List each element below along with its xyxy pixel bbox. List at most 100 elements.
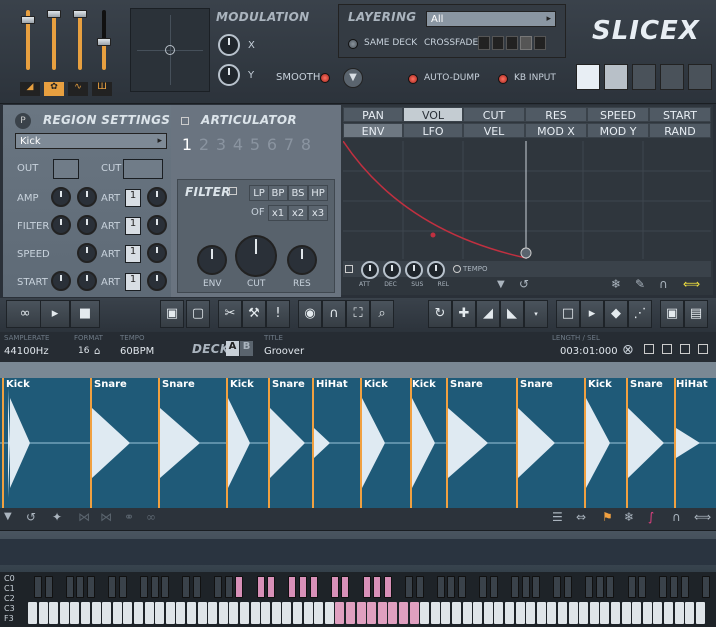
smooth-led[interactable] — [320, 73, 330, 83]
stretch-icon[interactable]: ⟺ — [683, 277, 700, 291]
wave-icon[interactable]: ∿ — [68, 82, 88, 96]
slice-marker[interactable] — [674, 378, 676, 508]
black-key[interactable] — [479, 576, 488, 598]
white-key[interactable] — [240, 602, 250, 624]
white-key[interactable] — [483, 602, 493, 624]
white-key[interactable] — [250, 602, 260, 624]
reel-icon[interactable]: ⊗ — [622, 342, 634, 358]
fader-3[interactable] — [73, 10, 87, 70]
black-key[interactable] — [447, 576, 456, 598]
opt-checkbox-1[interactable] — [644, 344, 654, 354]
run-icon[interactable]: ▾ — [524, 300, 548, 328]
white-key[interactable] — [452, 602, 462, 624]
loop-icon[interactable]: ∞ — [6, 300, 44, 328]
filter-x1[interactable]: x1 — [268, 205, 288, 221]
black-key[interactable] — [299, 576, 307, 598]
filter-knob-2[interactable] — [77, 215, 97, 235]
white-key[interactable] — [558, 602, 568, 624]
black-key[interactable] — [87, 576, 95, 598]
slice-marker[interactable] — [90, 378, 92, 508]
filter-bs[interactable]: BS — [288, 185, 308, 201]
black-key[interactable] — [362, 576, 371, 598]
view-1-icon[interactable] — [604, 64, 628, 90]
black-key[interactable] — [670, 576, 678, 598]
opt-checkbox-3[interactable] — [680, 344, 690, 354]
black-key[interactable] — [44, 576, 53, 598]
timeline-ruler[interactable] — [0, 362, 716, 378]
split-icon[interactable]: ⋈ — [78, 510, 90, 524]
mod-y-knob[interactable] — [218, 64, 240, 86]
fader-4[interactable] — [97, 10, 111, 70]
play-icon[interactable]: ▸ — [40, 300, 70, 328]
filter-bp[interactable]: BP — [268, 185, 288, 201]
keys-container[interactable] — [28, 576, 714, 626]
slice-icon[interactable]: ◆ — [604, 300, 628, 328]
flag-icon[interactable]: ⚑ — [602, 510, 613, 524]
save-icon[interactable]: ▣ — [160, 300, 184, 328]
white-key[interactable] — [515, 602, 525, 624]
auto-dump-led[interactable] — [408, 74, 418, 84]
tab-lfo[interactable]: LFO — [403, 123, 463, 138]
start-knob-2[interactable] — [77, 271, 97, 291]
white-key[interactable] — [81, 602, 91, 624]
white-key[interactable] — [642, 602, 652, 624]
slice-marker[interactable] — [268, 378, 270, 508]
black-key[interactable] — [595, 576, 604, 598]
white-key[interactable] — [685, 602, 695, 624]
black-key[interactable] — [341, 576, 350, 598]
white-key[interactable] — [420, 602, 430, 624]
articulator-8[interactable]: 8 — [298, 135, 314, 155]
export-icon[interactable]: ▣ — [660, 300, 684, 328]
white-key[interactable] — [473, 602, 483, 624]
magnet-icon[interactable]: ∩ — [659, 277, 668, 291]
amp-art-value[interactable]: 1 — [125, 189, 141, 207]
white-key[interactable] — [346, 602, 356, 624]
snowflake-icon[interactable]: ❄ — [611, 277, 621, 291]
cut-tool-icon[interactable]: ✂ — [218, 300, 242, 328]
articulator-7[interactable]: 7 — [281, 135, 297, 155]
cut-box[interactable] — [123, 159, 163, 179]
align-icon[interactable]: ☰ — [552, 510, 563, 524]
white-key[interactable] — [112, 602, 122, 624]
white-key[interactable] — [187, 602, 197, 624]
black-key[interactable] — [214, 576, 223, 598]
eye-icon[interactable]: ◉ — [298, 300, 322, 328]
white-key[interactable] — [399, 602, 409, 624]
reset-icon[interactable]: ↺ — [26, 510, 36, 524]
filter-lp[interactable]: LP — [249, 185, 269, 201]
stretch-icon[interactable]: ⟺ — [694, 510, 711, 524]
filter-art-knob[interactable] — [147, 215, 167, 235]
black-key[interactable] — [532, 576, 541, 598]
marker-icon[interactable]: ! — [266, 300, 290, 328]
snap-icon[interactable]: ∩ — [322, 300, 346, 328]
white-key[interactable] — [303, 602, 313, 624]
tab-start[interactable]: START — [649, 107, 711, 122]
black-key[interactable] — [436, 576, 445, 598]
black-key[interactable] — [511, 576, 519, 598]
att-knob[interactable] — [361, 261, 379, 279]
articulator-5[interactable]: 5 — [247, 135, 263, 155]
black-key[interactable] — [553, 576, 562, 598]
black-key[interactable] — [415, 576, 424, 598]
waveform-area[interactable]: Kick Snare Snare Kick Snare HiHat Kick K… — [0, 362, 716, 508]
slice-marker[interactable] — [158, 378, 160, 508]
crossfade-btn-4[interactable] — [520, 36, 532, 50]
white-key[interactable] — [102, 602, 112, 624]
add-marker-icon[interactable]: ▸ — [580, 300, 604, 328]
white-key[interactable] — [441, 602, 451, 624]
white-key[interactable] — [674, 602, 684, 624]
filter-env-knob[interactable] — [197, 245, 227, 275]
tab-res[interactable]: RES — [525, 107, 587, 122]
white-key[interactable] — [505, 602, 515, 624]
piano-keyboard[interactable]: C0 C1 C2 C3 F3 — [0, 572, 716, 627]
filter-x3[interactable]: x3 — [308, 205, 328, 221]
chain-icon[interactable]: ∞ — [146, 510, 156, 524]
white-key[interactable] — [547, 602, 557, 624]
white-key[interactable] — [664, 602, 674, 624]
white-key[interactable] — [324, 602, 334, 624]
articulator-checkbox[interactable] — [181, 117, 189, 125]
slice-marker[interactable] — [584, 378, 586, 508]
white-key[interactable] — [165, 602, 175, 624]
black-key[interactable] — [564, 576, 572, 598]
black-key[interactable] — [182, 576, 191, 598]
